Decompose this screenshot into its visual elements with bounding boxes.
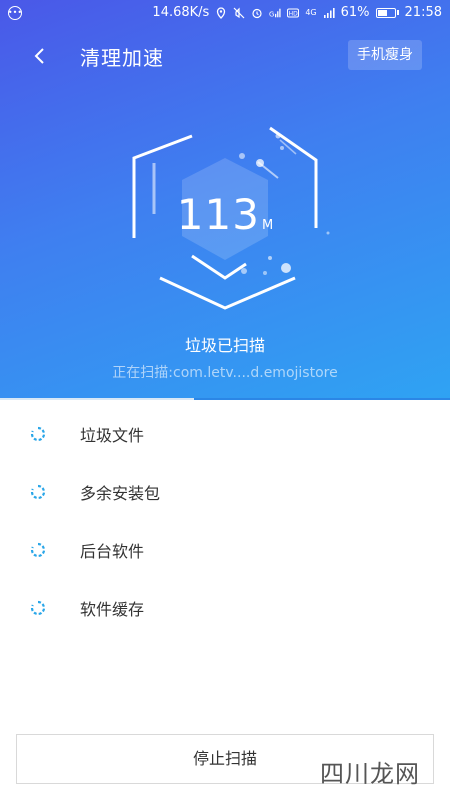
list-item-label: 软件缓存 bbox=[80, 600, 145, 619]
watermark-logo: 四川龙网 bbox=[320, 760, 420, 788]
signal-icon: G bbox=[269, 8, 281, 18]
loading-spinner-icon bbox=[30, 542, 46, 558]
battery-percent: 61% bbox=[340, 5, 370, 20]
scan-progress-fill bbox=[0, 398, 194, 400]
nav-bar: 清理加速 手机瘦身 bbox=[0, 36, 450, 76]
list-item: 垃圾文件 bbox=[0, 405, 450, 463]
page-title: 清理加速 bbox=[80, 46, 164, 70]
scan-path-text: 正在扫描:com.letv....d.emojistore bbox=[112, 365, 338, 381]
chevron-left-icon bbox=[34, 48, 44, 64]
network-type: 4G bbox=[305, 8, 317, 17]
scanned-size-value: 113 bbox=[176, 190, 260, 239]
list-item-label: 多余安装包 bbox=[80, 484, 161, 503]
signal-4g-icon bbox=[323, 7, 335, 18]
scan-gauge: 113 M bbox=[120, 118, 330, 318]
location-icon bbox=[217, 6, 226, 19]
list-item-label: 后台软件 bbox=[80, 542, 145, 561]
phone-slim-button[interactable]: 手机瘦身 bbox=[348, 40, 422, 70]
list-item: 多余安装包 bbox=[0, 463, 450, 521]
scan-progress-bar bbox=[0, 398, 450, 400]
scanned-size: 113 M bbox=[120, 190, 330, 239]
alarm-icon bbox=[252, 8, 262, 18]
svg-text:G: G bbox=[269, 10, 274, 18]
list-item: 软件缓存 bbox=[0, 579, 450, 637]
battery-icon bbox=[375, 7, 399, 18]
loading-spinner-icon bbox=[30, 484, 46, 500]
list-item-label: 垃圾文件 bbox=[80, 426, 145, 445]
scanned-size-unit: M bbox=[261, 218, 274, 233]
notification-icon: ••• bbox=[8, 6, 22, 20]
status-bar: ••• 14.68K/s G HD 4G 61% 21:58 bbox=[0, 0, 450, 26]
svg-text:HD: HD bbox=[289, 10, 299, 17]
clock: 21:58 bbox=[404, 5, 442, 20]
mute-icon bbox=[233, 7, 245, 18]
hd-icon: HD bbox=[287, 8, 300, 17]
list-item: 后台软件 bbox=[0, 521, 450, 579]
scan-hero-panel: ••• 14.68K/s G HD 4G 61% 21:58 清理加速 手机瘦身 bbox=[0, 0, 450, 400]
scan-category-list: 垃圾文件 多余安装包 后台软件 软件缓存 bbox=[0, 405, 450, 637]
back-button[interactable] bbox=[26, 42, 54, 70]
network-speed: 14.68K/s bbox=[152, 5, 210, 20]
loading-spinner-icon bbox=[30, 426, 46, 442]
scan-status-text: 垃圾已扫描 bbox=[184, 336, 265, 355]
loading-spinner-icon bbox=[30, 600, 46, 616]
